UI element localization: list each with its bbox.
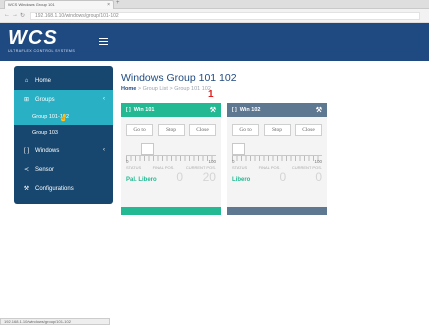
stat-values: Libero 0 0 bbox=[232, 170, 322, 184]
expand-icon: [ ] bbox=[126, 107, 131, 113]
breadcrumb-group-list[interactable]: Group List bbox=[143, 86, 168, 92]
close-button[interactable]: Close bbox=[295, 124, 322, 136]
card-footer bbox=[121, 207, 221, 215]
tick-max-label: 100 bbox=[314, 159, 322, 164]
grid-icon: ⊞ bbox=[23, 97, 30, 103]
sidebar-item-sensor[interactable]: ≺ Sensor bbox=[14, 160, 113, 179]
goto-button[interactable]: Go to bbox=[126, 124, 153, 136]
browser-tab[interactable]: WCS Windows Group 101 × bbox=[4, 0, 114, 9]
slider-handle[interactable] bbox=[141, 143, 155, 155]
logo-subtitle: ULTRAFLEX CONTROL SYSTEMS bbox=[8, 49, 76, 53]
card-button-row: Go to Stop Close bbox=[232, 124, 322, 136]
stop-button[interactable]: Stop bbox=[157, 124, 185, 136]
goto-button[interactable]: Go to bbox=[232, 124, 259, 136]
app-header: WCS ULTRAFLEX CONTROL SYSTEMS bbox=[0, 23, 429, 61]
status-value: Libero bbox=[232, 177, 251, 183]
new-tab-icon[interactable]: + bbox=[116, 0, 120, 6]
current-pos-value: 0 bbox=[315, 170, 322, 184]
sidebar-item-label: Sensor bbox=[35, 166, 55, 173]
chevron-left-icon: ‹ bbox=[103, 96, 105, 102]
card-header: [ ] Win 102 ⚒ bbox=[227, 103, 327, 117]
expand-icon: [ ] bbox=[232, 107, 237, 113]
browser-status-bar: 192.168.1.10/windows/group/101-102 bbox=[0, 318, 110, 325]
breadcrumb-current: Group 101 102 bbox=[174, 86, 211, 92]
sidebar-subitem-label: Group 103 bbox=[32, 130, 58, 136]
card-title: Win 102 bbox=[239, 107, 261, 113]
breadcrumb-home[interactable]: Home bbox=[121, 86, 136, 92]
window-card-win-101: [ ] Win 101 ⚒ Go to Stop Close 0 100 STA… bbox=[121, 103, 221, 215]
chevron-left-icon: ‹ bbox=[103, 147, 105, 153]
url-input[interactable]: 192.168.1.10/windows/group/101-102 bbox=[30, 12, 420, 20]
forward-icon[interactable]: → bbox=[12, 12, 18, 18]
wrench-icon[interactable]: ⚒ bbox=[210, 106, 216, 114]
reload-icon[interactable]: ↻ bbox=[20, 12, 25, 19]
sidebar-item-home[interactable]: ⌂ Home bbox=[14, 71, 113, 90]
slider-handle[interactable] bbox=[232, 143, 245, 155]
annotation-number: 1 bbox=[208, 89, 214, 100]
sidebar-item-label: Groups bbox=[35, 96, 55, 103]
current-pos-value: 20 bbox=[202, 170, 216, 184]
card-title: Win 101 bbox=[133, 107, 155, 113]
final-pos-value: 0 bbox=[176, 170, 183, 184]
wcs-logo[interactable]: WCS ULTRAFLEX CONTROL SYSTEMS bbox=[8, 28, 93, 58]
sidebar-item-label: Home bbox=[35, 77, 52, 84]
tick-min-label: 0 bbox=[126, 159, 129, 164]
status-value: Pal. Libero bbox=[126, 177, 157, 183]
stop-button[interactable]: Stop bbox=[263, 124, 291, 136]
hamburger-menu-icon[interactable] bbox=[99, 38, 108, 45]
browser-tab-title: WCS Windows Group 101 bbox=[8, 2, 55, 7]
breadcrumb-separator: > bbox=[137, 86, 142, 92]
sidebar-item-label: Windows bbox=[35, 147, 60, 154]
sidebar: ⌂ Home ⊞ Groups ‹ Group 101-102 ☝ Group … bbox=[14, 66, 113, 204]
browser-tabbar: WCS Windows Group 101 × + bbox=[0, 0, 429, 9]
tick-min-label: 0 bbox=[232, 159, 235, 164]
sidebar-subitem-group-103[interactable]: Group 103 bbox=[14, 125, 113, 141]
slider-ticks bbox=[232, 156, 322, 161]
share-icon: ≺ bbox=[23, 167, 30, 173]
back-icon[interactable]: ← bbox=[4, 12, 10, 18]
stat-values: Pal. Libero 0 20 bbox=[126, 170, 216, 184]
slider-ticks bbox=[126, 156, 216, 161]
sidebar-item-groups[interactable]: ⊞ Groups ‹ bbox=[14, 90, 113, 109]
breadcrumb-separator: > bbox=[169, 86, 173, 92]
position-slider[interactable]: 0 100 bbox=[126, 143, 216, 165]
breadcrumb: Home > Group List > Group 101 102 bbox=[121, 86, 211, 92]
card-header: [ ] Win 101 ⚒ bbox=[121, 103, 221, 117]
card-footer bbox=[227, 207, 327, 215]
page-title: Windows Group 101 102 bbox=[121, 72, 237, 84]
tick-max-label: 100 bbox=[208, 159, 216, 164]
home-icon: ⌂ bbox=[24, 77, 29, 84]
sidebar-item-configurations[interactable]: ⚒ Configurations bbox=[14, 179, 113, 198]
window-card-win-102: [ ] Win 102 ⚒ Go to Stop Close 0 100 STA… bbox=[227, 103, 327, 215]
sidebar-item-windows[interactable]: [ ] Windows ‹ bbox=[14, 141, 113, 160]
wrench-icon: ⚒ bbox=[23, 186, 30, 192]
hand-cursor-icon: ☝ bbox=[59, 115, 68, 122]
browser-address-bar: ← → ↻ 192.168.1.10/windows/group/101-102 bbox=[0, 9, 429, 23]
final-pos-value: 0 bbox=[279, 170, 287, 184]
sidebar-item-label: Configurations bbox=[35, 185, 74, 192]
wrench-icon[interactable]: ⚒ bbox=[316, 106, 322, 114]
position-slider[interactable]: 0 100 bbox=[232, 143, 322, 165]
close-button[interactable]: Close bbox=[189, 124, 216, 136]
close-icon[interactable]: × bbox=[107, 2, 110, 8]
logo-text: WCS bbox=[8, 27, 58, 49]
card-button-row: Go to Stop Close bbox=[126, 124, 216, 136]
expand-icon: [ ] bbox=[23, 147, 29, 154]
sidebar-subitem-group-101-102[interactable]: Group 101-102 ☝ bbox=[14, 109, 113, 125]
